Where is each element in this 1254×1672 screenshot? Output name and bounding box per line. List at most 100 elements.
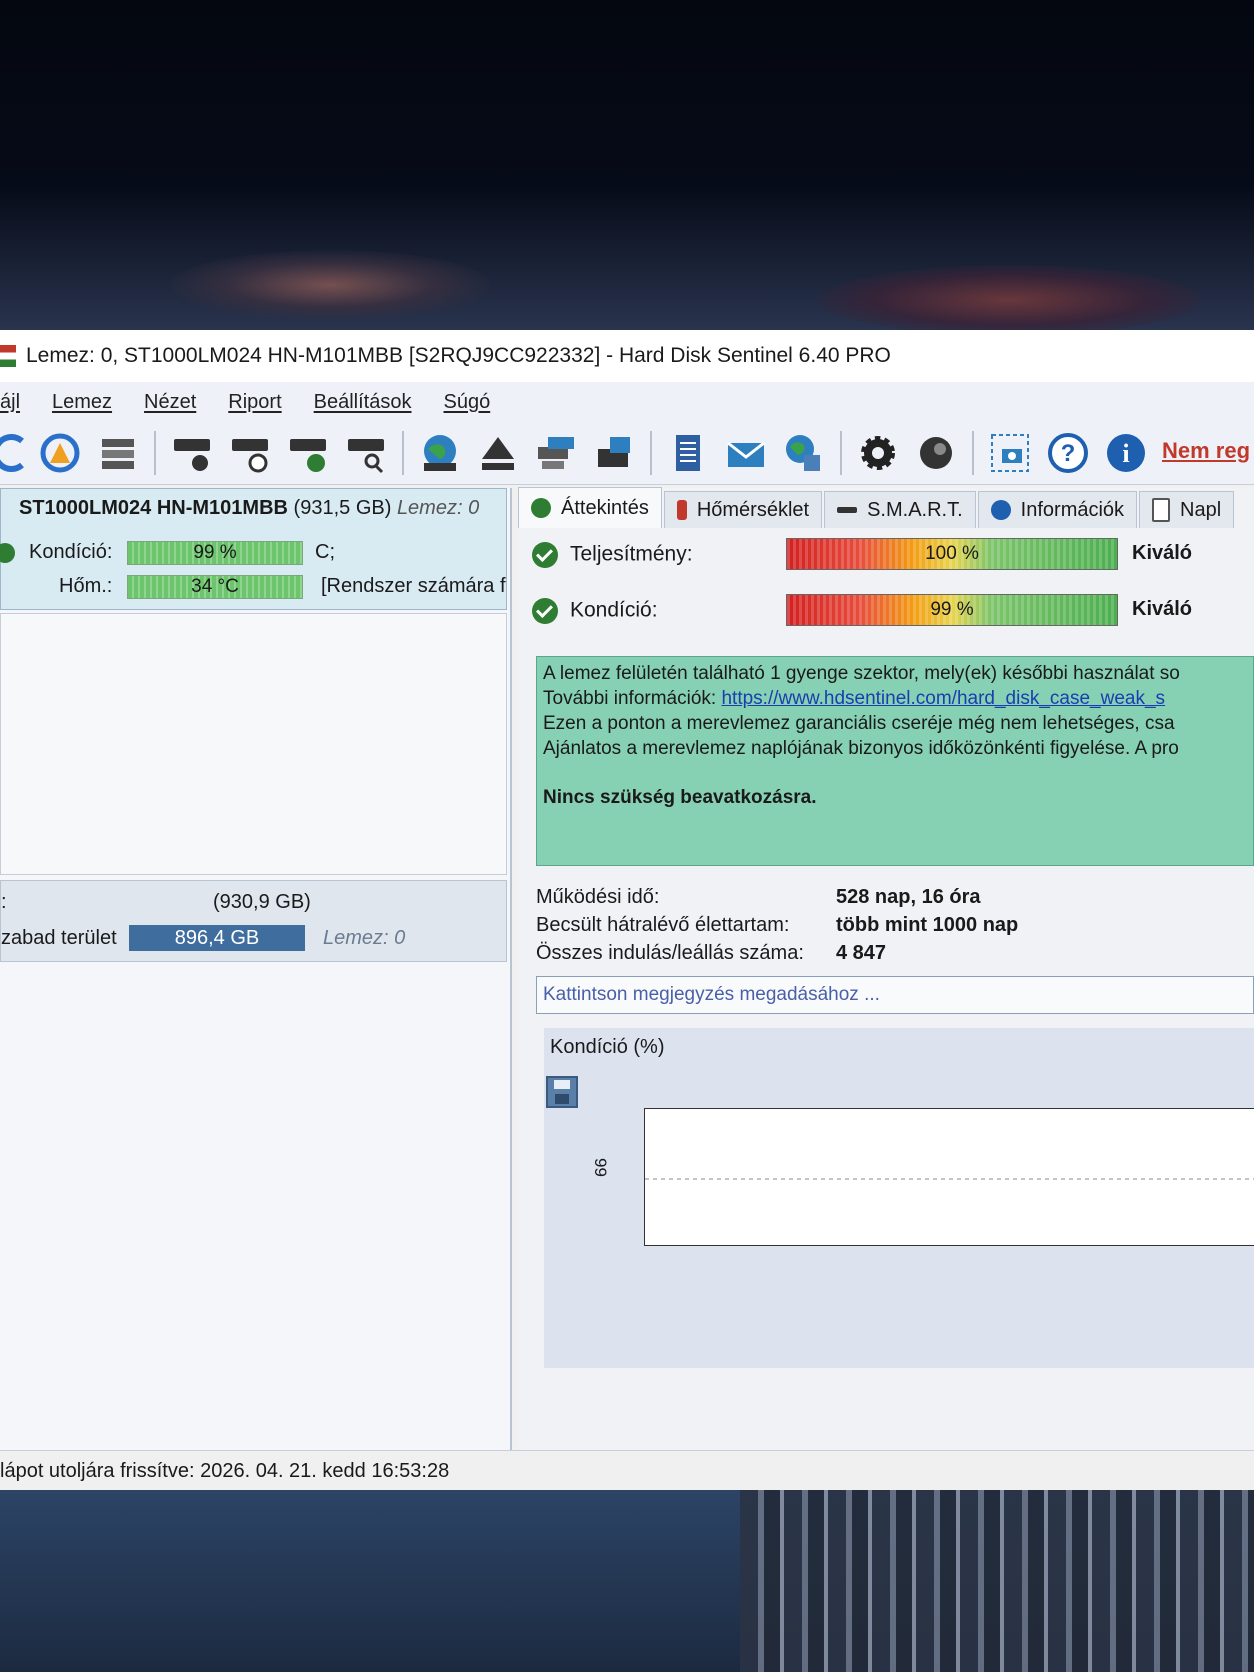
performance-bar: 100 % [786,538,1118,570]
disk-detail-empty-area [0,613,507,875]
menu-view[interactable]: Nézet [144,391,196,414]
temp-label: Hőm.: [59,575,113,597]
wallpaper-decoration [740,1490,1254,1672]
transfer-icon[interactable] [534,431,578,475]
disk-check-icon[interactable] [286,431,330,475]
performance-value: 100 % [925,543,979,564]
condition-label: Kondíció: [29,541,113,563]
toolbar-separator [840,431,842,475]
check-circle-icon [531,498,551,518]
svg-text:?: ? [1061,440,1076,467]
condition-chart-plot [644,1108,1254,1246]
disk-schedule-icon[interactable] [228,431,272,475]
partition-prefix: : [1,891,7,913]
free-space-label: zabad terület [1,927,117,949]
chart-y-tick: 99 [591,1158,610,1177]
condition-row: Kondíció: [532,598,658,624]
background-cloud [820,265,1200,335]
refresh-icon[interactable] [0,431,24,475]
menu-report[interactable]: Riport [228,391,281,414]
document-icon [1152,498,1171,522]
backup-icon[interactable] [592,431,636,475]
menu-settings[interactable]: Beállítások [314,391,412,414]
app-window: Lemez: 0, ST1000LM024 HN-M101MBB [S2RQJ9… [0,330,1254,1490]
condition-label: Kondíció: [570,598,658,622]
tab-smart-label: S.M.A.R.T. [867,498,963,521]
starts-value: 4 847 [836,942,887,964]
tab-overview-label: Áttekintés [561,496,649,519]
menu-bar: ájl Lemez Nézet Riport Beállítások Súgó [0,382,1254,422]
disk-test-icon[interactable] [170,431,214,475]
disk-header: ST1000LM024 HN-M101MBB (931,5 GB) Lemez:… [19,497,479,520]
condition-rating: Kiváló [1132,598,1193,620]
free-space-bar: 896,4 GB [129,925,305,951]
temp-mini-bar: 34 °C [127,575,303,599]
tab-smart[interactable]: S.M.A.R.T. [824,491,976,528]
toolbar-separator [650,431,652,475]
uptime-label: Működési idő: [536,886,660,908]
thermometer-icon [676,500,687,520]
menu-disk[interactable]: Lemez [52,391,112,414]
temp-note: [Rendszer számára f [321,575,506,597]
sound-icon[interactable] [914,431,958,475]
screenshot-icon[interactable] [988,431,1032,475]
app-flag-icon [0,345,16,367]
register-link[interactable]: Nem reg [1162,438,1250,464]
condition-value: 99 % [930,599,974,620]
svg-text:i: i [1122,439,1129,468]
condition-bar: 99 % [786,594,1118,626]
uptime-value: 528 nap, 16 óra [836,886,981,908]
disk-list-icon[interactable] [96,431,140,475]
toolbar-separator [972,431,974,475]
status-bar: lápot utoljára frissítve: 2026. 04. 21. … [0,1450,1254,1490]
disk-label: Lemez: 0 [396,497,480,519]
toolbar: ? i [0,422,1254,485]
status-info-box: A lemez felületén található 1 gyenge sze… [536,656,1254,866]
check-circle-icon [532,598,558,624]
tab-log[interactable]: Napl [1139,491,1235,528]
background-cloud [170,250,490,320]
info-icon [990,500,1011,520]
report-icon[interactable] [666,431,710,475]
info-link[interactable]: https://www.hdsentinel.com/hard_disk_cas… [721,688,1165,709]
check-circle-icon [532,542,558,568]
help-icon[interactable]: ? [1046,431,1090,475]
info-more-label: További információk: [543,688,722,709]
note-input[interactable]: Kattintson megjegyzés megadásához ... [536,976,1254,1014]
tab-temperature[interactable]: Hőmérséklet [663,491,823,528]
settings-gear-icon[interactable] [856,431,900,475]
save-icon[interactable] [546,1076,578,1108]
disk-icon [837,507,858,513]
condition-mini-bar: 99 % [127,541,303,565]
menu-help[interactable]: Súgó [444,391,491,414]
info-icon[interactable]: i [1104,431,1148,475]
performance-rating: Kiváló [1132,542,1193,564]
partition-entry[interactable]: : (930,9 GB) zabad terület 896,4 GB Leme… [0,880,507,962]
web-report-icon[interactable] [782,431,826,475]
performance-label: Teljesítmény: [570,542,693,566]
tab-information[interactable]: Információk [977,491,1138,528]
disk-name: ST1000LM024 HN-M101MBB [19,497,288,519]
tab-strip: Áttekintés Hőmérséklet S.M.A.R.T. Inform… [518,487,1254,528]
info-action: Nincs szükség beavatkozásra. [543,787,817,808]
refresh-warning-icon[interactable] [38,431,82,475]
disk-search-icon[interactable] [344,431,388,475]
disk-entry[interactable]: ST1000LM024 HN-M101MBB (931,5 GB) Lemez:… [0,488,507,610]
info-line: További információk: https://www.hdsenti… [543,686,1247,711]
condition-chart-area: Kondíció (%) 99 [544,1028,1254,1368]
info-line: Ajánlatos a merevlemez naplójának bizony… [543,738,1179,759]
window-title: Lemez: 0, ST1000LM024 HN-M101MBB [S2RQJ9… [26,344,891,367]
network-globe-icon[interactable] [418,431,462,475]
menu-file[interactable]: ájl [0,391,20,414]
email-icon[interactable] [724,431,768,475]
tab-log-label: Napl [1180,498,1222,521]
condition-ok-icon [0,543,15,563]
tab-overview[interactable]: Áttekintés [518,487,662,528]
lifetime-value: több mint 1000 nap [836,914,1019,936]
tab-temperature-label: Hőmérséklet [696,498,810,521]
toolbar-separator [402,431,404,475]
partition-disk-label: Lemez: 0 [323,927,406,949]
condition-drive: C; [315,541,335,563]
disk-list-pane: ST1000LM024 HN-M101MBB (931,5 GB) Lemez:… [0,488,512,1450]
eject-icon[interactable] [476,431,520,475]
